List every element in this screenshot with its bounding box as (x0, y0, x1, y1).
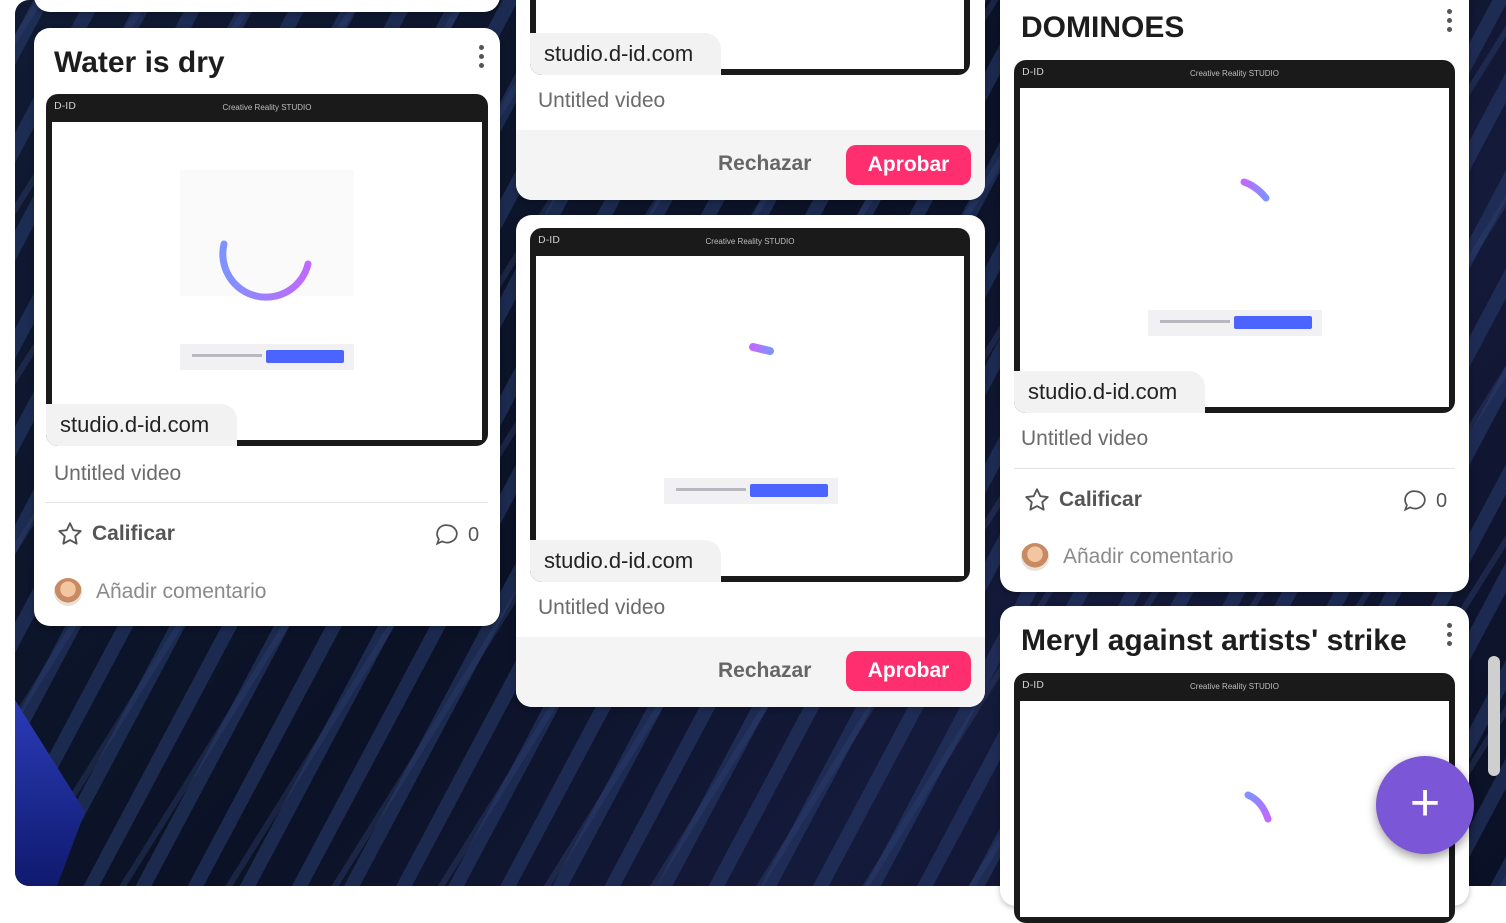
video-title: Untitled video (54, 462, 182, 485)
preview-header: Creative Reality STUDIO (1190, 69, 1279, 78)
card-title: DOMINOES (1021, 11, 1185, 44)
review-actions: Rechazar Aprobar (516, 637, 985, 707)
add-comment[interactable]: Añadir comentario (1021, 543, 1233, 571)
divider (1014, 468, 1455, 469)
loading-spinner-icon (1244, 791, 1272, 823)
review-actions: Rechazar Aprobar (516, 130, 985, 200)
domain-label: studio.d-id.com (1014, 371, 1206, 413)
card-middle[interactable]: D-ID Creative Reality STUDIO studio.d-id… (516, 215, 985, 707)
rate-button[interactable]: Calificar (1023, 486, 1142, 514)
rate-label: Calificar (1059, 488, 1142, 511)
card-dominoes[interactable]: DOMINOES D-ID Creative Reality STUDIO st… (1000, 0, 1469, 592)
preview-cta-bar (664, 478, 838, 504)
add-comment-label: Añadir comentario (1063, 545, 1234, 568)
approve-button[interactable]: Aprobar (846, 651, 971, 691)
avatar (1021, 543, 1049, 571)
card-meryl[interactable]: Meryl against artists' strike D-ID Creat… (1000, 606, 1469, 923)
divider (46, 502, 488, 503)
rate-label: Calificar (92, 522, 175, 545)
add-comment-label: Añadir comentario (96, 580, 267, 603)
video-preview[interactable]: D-ID Creative Reality STUDIO studio.d-id… (46, 94, 488, 446)
comments-button[interactable]: 0 (434, 522, 479, 548)
video-title: Untitled video (1021, 427, 1149, 450)
card-title: Water is dry (54, 46, 225, 79)
video-preview[interactable]: D-ID Creative Reality STUDIO studio.d-id… (1014, 60, 1455, 413)
domain-label: studio.d-id.com (530, 540, 722, 582)
video-preview[interactable]: studio.d-id.com (530, 0, 970, 75)
loading-spinner-icon (1240, 178, 1270, 202)
scrollbar-thumb[interactable] (1488, 656, 1500, 776)
reject-button[interactable]: Rechazar (718, 152, 811, 176)
avatar (54, 578, 82, 606)
preview-cta-bar (1148, 310, 1322, 336)
video-preview[interactable]: D-ID Creative Reality STUDIO studio.d-id… (530, 228, 970, 582)
comment-count: 0 (1436, 489, 1448, 512)
preview-cta-bar (180, 344, 354, 370)
preview-header: Creative Reality STUDIO (222, 103, 312, 112)
star-icon (58, 522, 82, 545)
loading-spinner-icon (749, 343, 774, 355)
more-options-icon[interactable] (479, 45, 485, 71)
comment-count: 0 (468, 523, 480, 546)
reject-button[interactable]: Rechazar (718, 659, 811, 683)
comments-button[interactable]: 0 (1402, 488, 1447, 514)
comment-icon (1403, 490, 1426, 512)
plus-icon: + (1409, 774, 1441, 832)
add-comment[interactable]: Añadir comentario (54, 578, 266, 606)
comment-icon (435, 524, 458, 546)
card-water-is-dry[interactable]: Water is dry D-ID Creative Reality STUDI… (34, 28, 500, 626)
card-top-middle[interactable]: studio.d-id.com Untitled video Rechazar … (516, 0, 985, 200)
video-title: Untitled video (538, 596, 666, 619)
loading-spinner-icon (219, 240, 312, 301)
preview-header: Creative Reality STUDIO (705, 237, 795, 246)
star-icon (1025, 488, 1049, 511)
more-options-icon[interactable] (1447, 9, 1453, 35)
card-title: Meryl against artists' strike (1021, 624, 1407, 657)
add-post-button[interactable]: + (1376, 756, 1474, 854)
more-options-icon[interactable] (1447, 623, 1453, 649)
domain-label: studio.d-id.com (46, 404, 238, 446)
video-title: Untitled video (538, 89, 666, 112)
background-shape (15, 700, 85, 886)
approve-button[interactable]: Aprobar (846, 145, 971, 185)
preview-header: Creative Reality STUDIO (1190, 682, 1279, 691)
domain-label: studio.d-id.com (530, 33, 722, 75)
rate-button[interactable]: Calificar (56, 520, 175, 548)
card-partial-top (34, 0, 500, 12)
